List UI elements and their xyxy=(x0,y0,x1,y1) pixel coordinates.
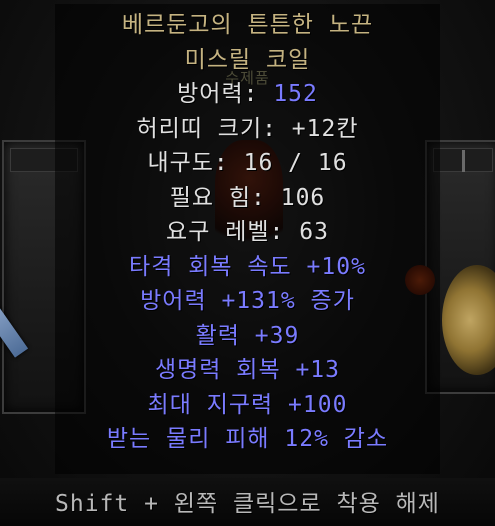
magic-property: 타격 회복 속도 +10% xyxy=(129,253,366,280)
stat-defense: 방어력: 152 xyxy=(0,77,495,112)
magic-property: 받는 물리 피해 12% 감소 xyxy=(106,426,389,452)
stat-durability: 내구도: 16 / 16 xyxy=(147,150,348,176)
stat-belt-size: 허리띠 크기: +12칸 xyxy=(136,115,359,142)
item-name: 베르둔고의 튼튼한 노끈 xyxy=(121,12,374,38)
item-tooltip-lines: 베르둔고의 튼튼한 노끈 미스릴 코일 방어력: 152 허리띠 크기: +12… xyxy=(0,8,495,457)
item-base-type: 미스릴 코일 xyxy=(184,46,311,73)
magic-property: 방어력 +131% 증가 xyxy=(140,288,355,314)
game-scene: 수제품 베르둔고의 튼튼한 노끈 미스릴 코일 방어력: 152 허리띠 크기:… xyxy=(0,0,495,526)
magic-property: 활력 +39 xyxy=(195,322,300,349)
stat-defense-value: 152 xyxy=(273,81,318,107)
stat-defense-label: 방어력: xyxy=(177,81,274,107)
magic-property: 생명력 회복 +13 xyxy=(154,357,341,383)
unequip-hint: Shift + 왼쪽 클릭으로 착용 해제 xyxy=(55,491,440,517)
magic-property: 최대 지구력 +100 xyxy=(147,391,348,418)
stat-required-strength: 필요 힘: 106 xyxy=(169,184,326,211)
stat-required-level: 요구 레벨: 63 xyxy=(166,219,329,245)
